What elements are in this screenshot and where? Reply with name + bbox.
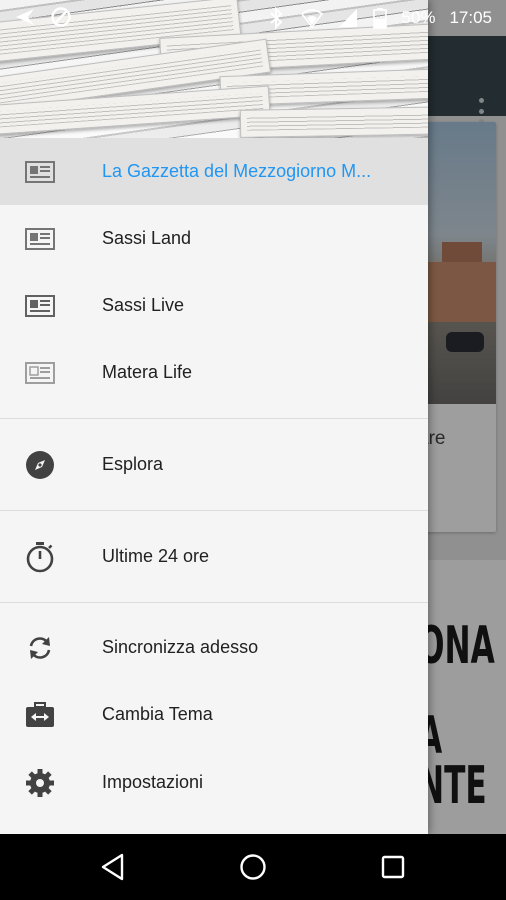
sync-icon xyxy=(25,633,55,663)
system-navigation-bar xyxy=(0,834,506,900)
drawer-item-ultime-24-ore[interactable]: Ultime 24 ore xyxy=(0,523,428,590)
navigation-drawer: La Gazzetta del Mezzogiorno M... Sassi L… xyxy=(0,0,428,834)
drawer-item-label: Matera Life xyxy=(102,362,193,382)
drawer-item-sassi-land[interactable]: Sassi Land xyxy=(0,205,428,272)
drawer-item-sassi-live[interactable]: Sassi Live xyxy=(0,272,428,339)
drawer-item-gazzetta[interactable]: La Gazzetta del Mezzogiorno M... xyxy=(0,138,428,205)
drawer-item-label: Cambia Tema xyxy=(102,704,213,724)
newspaper-icon xyxy=(25,157,55,187)
wifi-icon xyxy=(301,7,324,29)
drawer-item-sincronizza[interactable]: Sincronizza adesso xyxy=(0,614,428,681)
divider xyxy=(0,510,428,511)
theme-icon xyxy=(25,700,55,730)
battery-icon xyxy=(373,7,388,29)
home-icon[interactable] xyxy=(238,852,268,882)
drawer-item-label: Impostazioni xyxy=(102,772,204,792)
battery-percentage: 50% xyxy=(401,8,436,27)
gear-icon xyxy=(25,768,55,798)
newspaper-icon xyxy=(25,224,55,254)
drawer-item-label: Sincronizza adesso xyxy=(102,637,259,657)
drawer-item-label: Ultime 24 ore xyxy=(102,546,210,566)
newspaper-icon xyxy=(25,291,55,321)
bluetooth-icon xyxy=(265,6,287,30)
back-icon[interactable] xyxy=(98,852,128,882)
drawer-item-label: Sassi Land xyxy=(102,228,192,248)
cast-icon xyxy=(14,6,36,28)
drawer-item-matera-life[interactable]: Matera Life xyxy=(0,339,428,406)
no-entry-icon xyxy=(50,6,72,28)
compass-icon xyxy=(25,450,55,480)
drawer-item-label: Sassi Live xyxy=(102,295,185,315)
drawer-item-impostazioni[interactable]: Impostazioni xyxy=(0,749,428,816)
drawer-item-esplora[interactable]: Esplora xyxy=(0,431,428,498)
cell-signal-icon xyxy=(337,7,359,29)
drawer-item-cambia-tema[interactable]: Cambia Tema xyxy=(0,681,428,748)
clock: 17:05 xyxy=(449,8,492,27)
drawer-item-label: La Gazzetta del Mezzogiorno M... xyxy=(102,161,372,181)
divider xyxy=(0,418,428,419)
newspaper-icon xyxy=(25,358,55,388)
recents-icon[interactable] xyxy=(378,852,408,882)
divider xyxy=(0,602,428,603)
drawer-item-label: Esplora xyxy=(102,454,164,474)
status-bar: 50% 17:05 xyxy=(0,0,506,36)
timer-icon xyxy=(25,541,55,572)
